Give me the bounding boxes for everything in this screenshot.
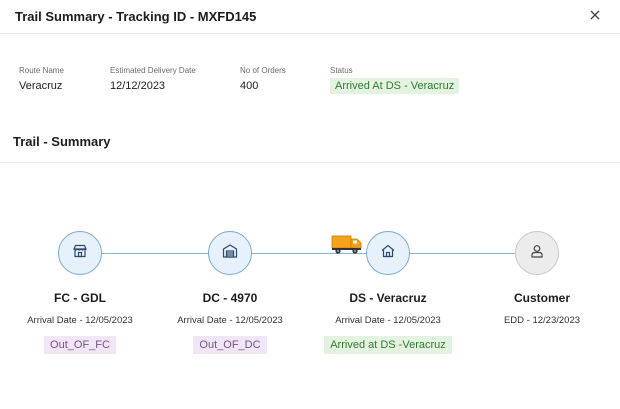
orders-value: 400 bbox=[240, 80, 259, 92]
trail-node-customer bbox=[515, 231, 559, 275]
stop-name: FC - GDL bbox=[54, 291, 106, 305]
trail-node-ds bbox=[366, 231, 410, 275]
warehouse-icon bbox=[222, 243, 238, 264]
stop-status-badge: Out_OF_DC bbox=[193, 336, 267, 354]
section-title: Trail - Summary bbox=[13, 134, 111, 149]
orders-field: No of Orders 400 bbox=[240, 66, 286, 92]
stop-date: Arrival Date - 12/05/2023 bbox=[27, 315, 133, 326]
stop-name: DC - 4970 bbox=[202, 291, 258, 305]
home-icon bbox=[380, 243, 396, 264]
close-icon[interactable] bbox=[586, 6, 604, 24]
store-icon bbox=[72, 243, 88, 264]
trail-node-fc bbox=[58, 231, 102, 275]
modal-header: Trail Summary - Tracking ID - MXFD145 bbox=[0, 0, 620, 34]
stop-name: Customer bbox=[513, 291, 570, 305]
stop-status-badge: Out_OF_FC bbox=[44, 336, 116, 354]
trail-node-dc bbox=[208, 231, 252, 275]
user-icon bbox=[529, 243, 545, 264]
estimated-delivery-value: 12/12/2023 bbox=[110, 80, 166, 92]
stop-date: Arrival Date - 12/05/2023 bbox=[335, 315, 441, 326]
route-name-value: Veracruz bbox=[19, 80, 63, 92]
trail-stop-ds: DS - Veracruz Arrival Date - 12/05/2023 … bbox=[303, 291, 473, 354]
trail-stop-customer: Customer EDD - 12/23/2023 bbox=[457, 291, 620, 326]
modal-title: Trail Summary - Tracking ID - MXFD145 bbox=[15, 9, 257, 24]
stop-date: Arrival Date - 12/05/2023 bbox=[177, 315, 283, 326]
route-name-label: Route Name bbox=[19, 66, 64, 75]
stop-status-badge: Arrived at DS -Veracruz bbox=[324, 336, 452, 354]
estimated-delivery-label: Estimated Delivery Date bbox=[110, 66, 196, 75]
stop-date: EDD - 12/23/2023 bbox=[503, 315, 581, 326]
orders-label: No of Orders bbox=[240, 66, 286, 75]
truck-icon bbox=[331, 233, 363, 255]
route-name-field: Route Name Veracruz bbox=[19, 66, 64, 92]
estimated-delivery-field: Estimated Delivery Date 12/12/2023 bbox=[110, 66, 196, 92]
section-divider bbox=[0, 162, 620, 163]
status-label: Status bbox=[330, 66, 353, 75]
trail-stop-fc: FC - GDL Arrival Date - 12/05/2023 Out_O… bbox=[0, 291, 165, 354]
trail-line bbox=[80, 253, 538, 254]
status-badge: Arrived At DS - Veracruz bbox=[330, 78, 460, 94]
stop-name: DS - Veracruz bbox=[349, 291, 427, 305]
trail-stop-dc: DC - 4970 Arrival Date - 12/05/2023 Out_… bbox=[145, 291, 315, 354]
status-field: Status Arrived At DS - Veracruz bbox=[330, 66, 460, 94]
